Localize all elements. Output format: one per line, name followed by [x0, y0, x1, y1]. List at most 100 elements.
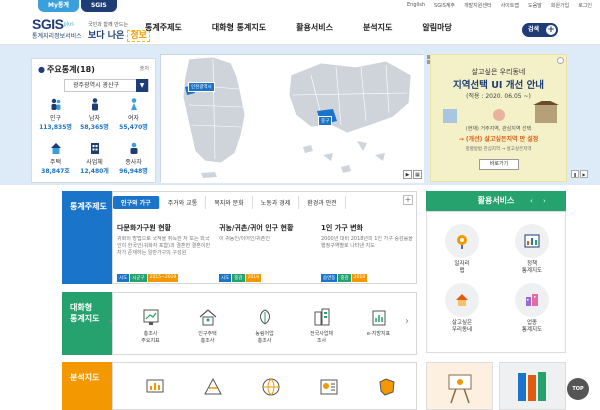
map-label-incheon[interactable]: 인천광역시	[188, 82, 215, 92]
banner-dot[interactable]	[557, 57, 564, 64]
stat-population[interactable]: 인구 113,835명	[36, 97, 75, 135]
tag: 중감	[338, 274, 351, 282]
neighborhood-icon	[445, 283, 479, 317]
item-label: e-지방지표	[366, 331, 391, 337]
item-business-survey[interactable]: 전국사업체 조사	[293, 306, 350, 345]
stat-female[interactable]: 여자 55,470명	[114, 97, 153, 135]
link-signup[interactable]: 회원가입	[551, 2, 569, 9]
usage-label: 일자리 맵	[454, 261, 470, 274]
chevron-left-icon[interactable]: ‹	[109, 316, 113, 327]
stat-value: 58,365명	[80, 124, 109, 131]
stat-workers[interactable]: 종사자 96,948명	[114, 141, 153, 179]
item-agriculture-census[interactable]: 농림어업 총조사	[236, 306, 293, 345]
thematic-card[interactable]: 귀농/귀촌/귀어 인구 현황 이 귀농인/이어인/귀촌인 시도 중감 2019	[215, 223, 317, 283]
census-icon	[143, 309, 158, 325]
tab-environment-safety[interactable]: 환경과 안전	[299, 196, 346, 209]
link-dev-center[interactable]: 개발지원센터	[464, 2, 492, 9]
pause-icon[interactable]: ❚	[571, 170, 579, 178]
analysis-section-label[interactable]: 분석지도	[62, 362, 112, 410]
bottom-service-cards	[426, 362, 566, 410]
stats-source-link[interactable]: 출처	[140, 65, 149, 72]
banner-line1: 살고싶은 우리동네	[471, 68, 526, 76]
link-sitemap[interactable]: 사이트맵	[501, 2, 519, 9]
banner-go-button[interactable]: 바로가기	[479, 159, 519, 170]
analysis-item[interactable]	[358, 376, 416, 401]
analysis-item[interactable]	[126, 376, 184, 401]
next-icon[interactable]: ▶	[580, 170, 588, 178]
population-icon	[51, 98, 60, 110]
link-login[interactable]: 로그인	[578, 2, 592, 9]
thematic-cards: 다문화가구원 현황 귀화의 방법으로 국적을 취득한 자 또는 외국인이 한국인…	[113, 223, 419, 283]
jeju-island	[201, 172, 217, 178]
stat-value: 38,847호	[41, 168, 70, 175]
add-tab-button[interactable]: +	[403, 195, 413, 205]
analysis-item[interactable]	[184, 376, 242, 401]
nav-interactive-map[interactable]: 대화형 통계지도	[212, 22, 266, 33]
card-title: 귀농/귀촌/귀어 인구 현황	[219, 224, 294, 232]
link-sgis[interactable]: SGIS계주	[434, 2, 455, 9]
link-english[interactable]: English	[407, 2, 425, 9]
usage-job-map[interactable]: 일자리 맵	[427, 224, 497, 275]
scroll-top-button[interactable]: TOP	[567, 378, 589, 400]
item-census-indicators[interactable]: 총조사 주요지표	[122, 306, 179, 345]
korea-map[interactable]	[161, 55, 424, 183]
nav-analysis-map[interactable]: 분석지도	[363, 22, 392, 33]
item-label: 전국사업체 조사	[309, 331, 333, 344]
thematic-card[interactable]: 1인 가구 변화 2000년 대비 2018년의 1인 가구 증감률을 행정구역…	[317, 223, 419, 283]
region-select[interactable]: 광주광역시 광산구 ▼	[64, 79, 149, 92]
nav-thematic-map[interactable]: 통계주제도	[145, 22, 182, 33]
item-housing-census[interactable]: 인구주택 총조사	[179, 306, 236, 345]
usage-label: 업종 통계지도	[521, 320, 543, 333]
tab-sgis[interactable]: SGIS	[80, 0, 117, 12]
usage-policy-map[interactable]: 정책 통계지도	[497, 224, 567, 275]
interactive-items: 총조사 주요지표 인구주택 총조사 농림어업 총조사 전국사업체 조사 e-지방…	[122, 306, 407, 345]
tab-population-household[interactable]: 인구와 가구	[113, 196, 160, 209]
stat-male[interactable]: 남자 58,365명	[75, 97, 114, 135]
search-button[interactable]: 검색 +	[522, 23, 558, 37]
service-card[interactable]	[499, 362, 566, 410]
notice-banner[interactable]: 살고싶은 우리동네 지역선택 UI 개선 안내 (적용 : 2020. 06.0…	[430, 54, 567, 182]
slogan-top: 국민과 함께 만드는	[88, 22, 128, 28]
stat-housing[interactable]: 주택 38,847호	[36, 141, 75, 179]
thematic-section: 인구와 가구 주거와 교통 복지와 문화 노동과 경제 환경과 안전 + 다문화…	[112, 191, 417, 284]
stat-label: 여자	[127, 115, 140, 122]
card-tags: 읍면동 중감 2018	[321, 274, 368, 282]
worker-icon	[130, 142, 137, 154]
usage-service-section: 일자리 맵 정책 통계지도 살고싶은 우리동네 업종 통계지도	[426, 211, 566, 353]
globe-icon	[262, 378, 280, 396]
stat-business[interactable]: 사업체 12,480개	[75, 141, 114, 179]
logo-text: SGIS	[32, 16, 64, 32]
map-controls: ▶ ▦	[403, 170, 422, 179]
link-help[interactable]: 도움말	[528, 2, 542, 9]
site-logo[interactable]: SGISplus 통계지리정보서비스	[32, 16, 82, 40]
thematic-section-label[interactable]: 통계주제도	[62, 191, 112, 284]
banner-title: 지역선택 UI 개선 안내	[452, 80, 545, 91]
nav-usage-service[interactable]: 활용서비스	[296, 22, 333, 33]
chevron-down-icon[interactable]: ▼	[136, 79, 148, 92]
tab-housing-transport[interactable]: 주거와 교통	[160, 196, 207, 209]
usage-neighborhood[interactable]: 살고싶은 우리동네	[427, 283, 497, 334]
thematic-card[interactable]: 다문화가구원 현황 귀화의 방법으로 국적을 취득한 자 또는 외국인이 한국인…	[113, 223, 215, 283]
main-nav: 통계주제도 대화형 통계지도 활용서비스 분석지도 알림마당	[145, 22, 482, 33]
usage-industry-map[interactable]: 업종 통계지도	[497, 283, 567, 334]
stat-label: 사업체	[86, 159, 103, 166]
interactive-section-label[interactable]: 대화형 통계지도	[62, 292, 112, 355]
site-tabs: My통계 SGIS	[38, 0, 119, 12]
map-label-junggu[interactable]: 중구	[318, 116, 333, 126]
stat-value: 55,470명	[119, 124, 148, 131]
item-local-indicator[interactable]: e-지방지표	[350, 306, 407, 345]
tag: 시도	[117, 274, 130, 282]
tab-my-stats[interactable]: My통계	[38, 0, 79, 12]
map-panel[interactable]	[160, 54, 424, 183]
usage-nav-arrows[interactable]: ‹ ›	[530, 197, 550, 205]
service-card[interactable]	[426, 362, 493, 410]
tab-welfare-culture[interactable]: 복지와 문화	[206, 196, 253, 209]
grid-icon[interactable]: ▦	[413, 170, 422, 179]
analysis-item[interactable]	[300, 376, 358, 401]
tab-labor-economy[interactable]: 노동과 경제	[253, 196, 300, 209]
nav-notice[interactable]: 알림마당	[422, 22, 451, 33]
analysis-item[interactable]	[242, 376, 300, 401]
play-icon[interactable]: ▶	[403, 170, 412, 179]
industry-map-icon	[515, 283, 549, 317]
banner-date: (적용 : 2020. 06.05 ~)	[466, 93, 531, 100]
